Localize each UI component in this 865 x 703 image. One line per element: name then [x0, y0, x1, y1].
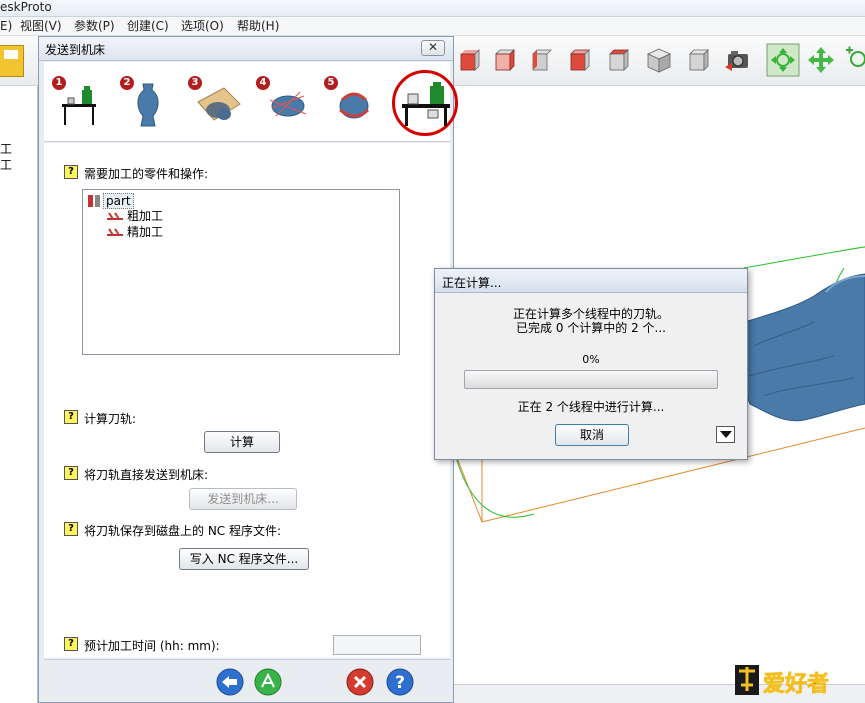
write-nc-button[interactable]: 写入 NC 程序文件...: [179, 548, 309, 570]
wizard-steps: 1 2 3 4 5: [44, 62, 458, 142]
svg-text:?: ?: [395, 673, 405, 693]
tree-item-roughing[interactable]: 粗加工: [127, 209, 163, 223]
tree-item-finishing[interactable]: 精加工: [127, 225, 163, 239]
roughing-icon[interactable]: [266, 86, 310, 126]
calculate-icon[interactable]: [254, 668, 282, 696]
back-arrow-icon[interactable]: [216, 668, 244, 696]
compute-button[interactable]: 计算: [204, 431, 280, 453]
project-tree-panel: 工 工: [0, 86, 38, 703]
progress-percent: 0%: [582, 353, 600, 366]
pan-icon[interactable]: [806, 45, 836, 75]
computing-dialog-caption: 正在计算...: [435, 269, 747, 293]
menu-create[interactable]: 创建(C): [127, 19, 169, 33]
zoom-icon[interactable]: [842, 45, 865, 75]
view-right-icon[interactable]: [565, 45, 595, 75]
send-dialog-body: ? 需要加工的零件和操作: part 粗加工 精加工 ? 计算刀轨: 计算 ? …: [44, 143, 450, 658]
rotate-icon[interactable]: [766, 43, 800, 77]
operations-tree[interactable]: part 粗加工 精加工: [82, 189, 400, 355]
save-nc-label: 将刀轨保存到磁盘上的 NC 程序文件:: [84, 524, 282, 538]
view-top-icon[interactable]: [604, 45, 634, 75]
send-dialog-title: 发送到机床: [45, 43, 106, 57]
finishing-icon[interactable]: [334, 84, 374, 126]
vase-icon[interactable]: [132, 82, 164, 128]
view-box-icon[interactable]: [684, 45, 714, 75]
send-dialog-caption: 发送到机床 ✕: [39, 37, 453, 61]
help-icon[interactable]: ?: [64, 410, 78, 424]
help-icon[interactable]: ?: [64, 637, 78, 651]
compute-label: 计算刀轨:: [84, 412, 137, 426]
save-icon[interactable]: [0, 45, 24, 77]
computing-dialog-title: 正在计算...: [442, 276, 502, 290]
menu-bar: E) 视图(V) 参数(P) 创建(C) 选项(O) 帮助(H): [0, 17, 865, 36]
tree-label-1: 工: [0, 142, 13, 156]
cancel-button[interactable]: 取消: [555, 424, 629, 446]
menu-view[interactable]: 视图(V): [20, 19, 62, 33]
menu-help[interactable]: 帮助(H): [237, 19, 279, 33]
operation-icon: [107, 212, 123, 220]
send-label: 将刀轨直接发送到机床:: [84, 468, 209, 482]
app-title: eskProto: [0, 0, 52, 14]
computing-dialog: 正在计算... 正在计算多个线程中的刀轨。 已完成 0 个计算中的 2 个...…: [434, 268, 748, 460]
watermark-text: 爱好者: [763, 671, 829, 697]
send-to-machine-dialog: 发送到机床 ✕ 1 2 3 4 5 ? 需要加工的零件和操作: part 粗加工…: [38, 36, 458, 703]
machine-icon[interactable]: [60, 84, 100, 126]
parts-label: 需要加工的零件和操作:: [84, 167, 209, 181]
send-machine-icon[interactable]: [400, 80, 452, 128]
stock-icon[interactable]: [194, 84, 242, 128]
wizard-navigation: ?: [44, 659, 450, 702]
machining-time-field: [333, 635, 421, 655]
computing-message-2: 已完成 0 个计算中的 2 个...: [516, 321, 666, 335]
help-icon[interactable]: ?: [64, 522, 78, 536]
watermark-logo: 爱好者: [735, 665, 829, 697]
chevron-down-icon[interactable]: [716, 426, 735, 443]
cancel-x-icon[interactable]: [346, 668, 374, 696]
menu-edit[interactable]: E): [0, 19, 12, 33]
menu-options[interactable]: 选项(O): [181, 19, 224, 33]
operation-icon: [107, 228, 123, 236]
camera-icon[interactable]: [722, 45, 752, 75]
menu-parameters[interactable]: 参数(P): [74, 19, 115, 33]
close-icon[interactable]: ✕: [421, 40, 445, 56]
part-icon: [88, 195, 100, 207]
view-back-icon[interactable]: [490, 45, 520, 75]
help-icon[interactable]: ?: [64, 466, 78, 480]
machining-time-label: 预计加工时间 (hh: mm):: [84, 639, 220, 653]
view-left-icon[interactable]: [527, 45, 557, 75]
help-icon[interactable]: ?: [64, 165, 78, 179]
view-front-icon[interactable]: [455, 45, 485, 75]
send-to-machine-button[interactable]: 发送到机床...: [189, 488, 297, 510]
tree-item-part[interactable]: part: [103, 193, 134, 209]
computing-status: 正在 2 个线程中进行计算...: [517, 400, 665, 414]
view-iso-icon[interactable]: [644, 45, 674, 75]
help-circle-icon[interactable]: ?: [386, 668, 414, 696]
tree-label-2: 工: [0, 158, 13, 172]
progress-bar: [464, 370, 718, 389]
app-title-bar: eskProto: [0, 0, 865, 17]
